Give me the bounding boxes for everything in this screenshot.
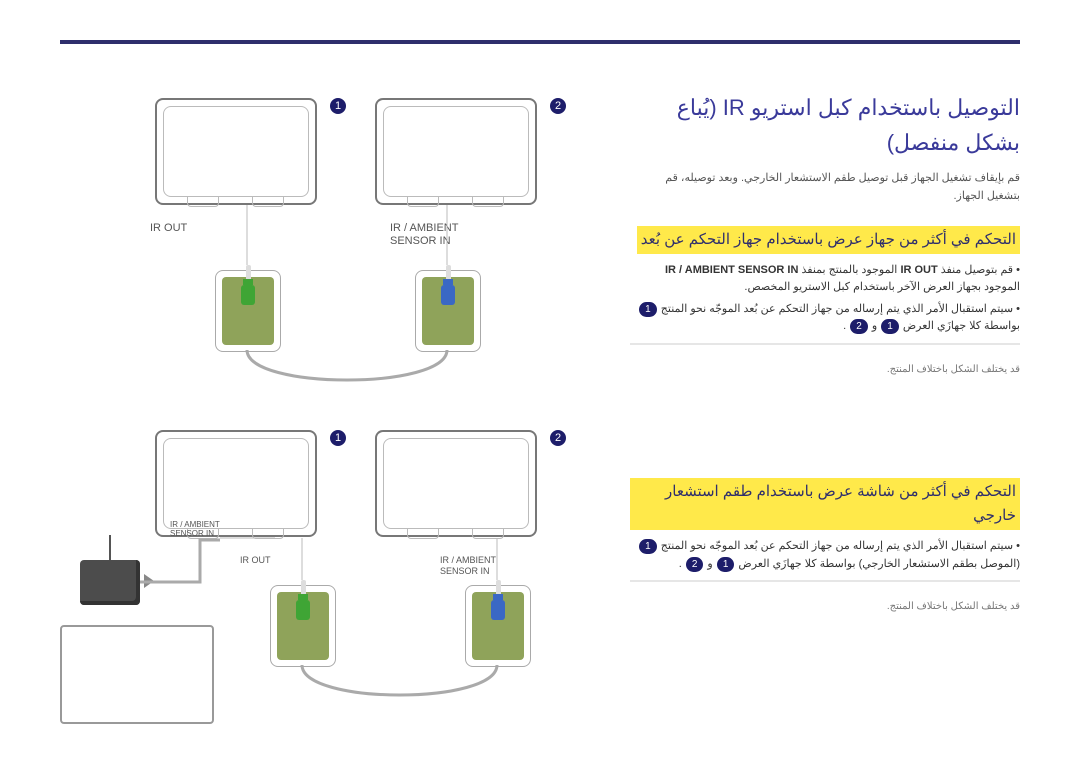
s1b1c: الموجود بجهاز العرض الآخر باستخدام كبل ا… (744, 281, 1020, 293)
section1-b1: • قم بتوصيل منفذ IR OUT الموجود بالمنتج … (630, 262, 1020, 297)
s1b1b: الموجود بالمنتج بمنفذ (798, 264, 897, 276)
note-rule-2 (630, 577, 1020, 585)
num-1-row2: 1 (330, 430, 346, 446)
empty-target-rect (60, 625, 214, 724)
section2-heading: التحكم في أكثر من شاشة عرض باستخدام طقم … (630, 478, 1020, 530)
external-ir-sensor (80, 560, 140, 605)
s1b2a: سيتم استقبال الأمر الذي يتم إرساله من جه… (658, 303, 1013, 315)
num-2-row2: 2 (550, 430, 566, 446)
s1b2b: بواسطة كلا جهازَي العرض (900, 320, 1020, 332)
label-irout-row1: IR OUT (150, 222, 187, 234)
s1b1a: قم بتوصيل منفذ (938, 264, 1013, 276)
tv-row1-left (155, 98, 317, 205)
s2b1b: (الموصل بطقم الاستشعار الخارجي) بواسطة ك… (735, 558, 1020, 570)
pill-2: 2 (850, 319, 868, 334)
page-top-rule (60, 40, 1020, 44)
pill-1: 1 (639, 302, 657, 317)
subtitle: قم بإيقاف تشغيل الجهاز قبل توصيل طقم الا… (630, 170, 1020, 205)
label-sensorin-row1: SENSOR IN (390, 235, 451, 247)
pill-1c: 1 (639, 539, 657, 554)
pill-2b: 2 (686, 557, 704, 572)
section1-note: قد يختلف الشكل باختلاف المنتج. (630, 362, 1020, 378)
section2-b1: • سيتم استقبال الأمر الذي يتم إرساله من … (630, 538, 1020, 573)
s2b1d: . (679, 558, 682, 570)
note-rule-1 (630, 340, 1020, 348)
page-content: التوصيل باستخدام كبل استريو IR (يُباع بش… (60, 60, 1020, 743)
diagram-area: 1 2 IR OUT IR / AMBIENT SENSOR IN 1 (60, 80, 615, 740)
label-iramb-row2-b: IR / AMBIENT (440, 555, 496, 565)
conn-row1-green (215, 270, 281, 352)
label-sensorin-row2: SENSOR IN (440, 566, 490, 576)
label-iramb-row1-a: IR / AMBIENT (390, 222, 458, 234)
conn-row2-blue (465, 585, 531, 667)
s2b1c: و (704, 558, 712, 570)
pill-1b: 1 (881, 319, 899, 334)
s1b1bold2: IR / AMBIENT SENSOR IN (665, 262, 798, 280)
s1b1bold1: IR OUT (900, 262, 937, 280)
num-1-row1: 1 (330, 98, 346, 114)
s2b1a: سيتم استقبال الأمر الذي يتم إرساله من جه… (658, 540, 1013, 552)
l2: SENSOR IN (170, 529, 214, 538)
label-iramb-row2-small: IR / AMBIENT SENSOR IN (170, 520, 220, 538)
tv-row2-right (375, 430, 537, 537)
section1-b2: • سيتم استقبال الأمر الذي يتم إرساله من … (630, 301, 1020, 336)
tv-row1-right (375, 98, 537, 205)
conn-row2-green (270, 585, 336, 667)
label-irout-row2: IR OUT (240, 555, 271, 565)
text-column: التوصيل باستخدام كبل استريو IR (يُباع بش… (630, 90, 1020, 615)
arrow-icon (144, 574, 154, 588)
conn-row1-blue (415, 270, 481, 352)
pill-1d: 1 (717, 557, 735, 572)
main-title: التوصيل باستخدام كبل استريو IR (يُباع بش… (630, 90, 1020, 160)
section2-note: قد يختلف الشكل باختلاف المنتج. (630, 599, 1020, 615)
s1b2d: . (843, 320, 846, 332)
s1b2c: و (869, 320, 877, 332)
section1-heading: التحكم في أكثر من جهاز عرض باستخدام جهاز… (637, 226, 1020, 254)
l1: IR / AMBIENT (170, 520, 220, 529)
num-2-row1: 2 (550, 98, 566, 114)
